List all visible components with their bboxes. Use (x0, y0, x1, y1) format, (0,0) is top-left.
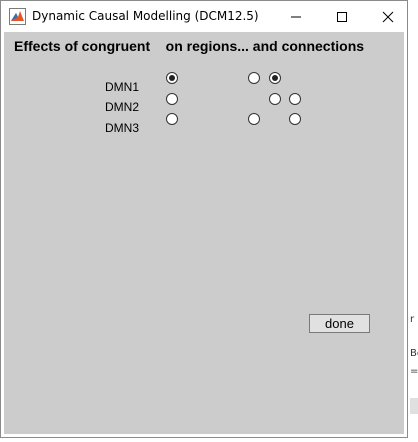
maximize-icon (337, 12, 347, 22)
background-text-fragment: = (410, 366, 418, 377)
connection-radio-dmn3-from-dmn2[interactable] (289, 113, 301, 125)
matlab-app-icon (9, 8, 26, 25)
connection-radio-dmn3-from-dmn1[interactable] (248, 113, 260, 125)
connection-radio-dmn1-from-dmn3[interactable] (269, 72, 281, 84)
region-label-dmn3: DMN3 (105, 121, 140, 135)
dcm-input-panel: Effects of congruent on regions... and c… (4, 32, 404, 434)
maximize-button[interactable] (319, 1, 365, 32)
region-input-radio-dmn1[interactable] (166, 72, 178, 84)
minimize-button[interactable] (273, 1, 319, 32)
panel-heading: Effects of congruent on regions... and c… (14, 38, 365, 54)
region-label-dmn1: DMN1 (105, 80, 140, 94)
connection-radio-dmn2-from-dmn1[interactable] (289, 93, 301, 105)
region-input-radio-dmn3[interactable] (166, 113, 178, 125)
close-button[interactable] (365, 1, 411, 32)
done-button[interactable]: done (309, 314, 370, 333)
region-input-radio-dmn2[interactable] (166, 93, 178, 105)
dcm-window: Dynamic Causal Modelling (DCM12.5) Effec… (0, 0, 408, 438)
background-text-fragment: Bo (410, 348, 418, 359)
title-bar[interactable]: Dynamic Causal Modelling (DCM12.5) (1, 1, 407, 32)
minimize-icon (291, 16, 301, 18)
region-label-dmn2: DMN2 (105, 100, 140, 114)
connection-radio-dmn1-from-dmn2[interactable] (248, 72, 260, 84)
screen: r Bo = Dynamic Causal Modelling (DCM12.5… (0, 0, 418, 442)
close-icon (382, 11, 394, 23)
background-text-fragment: r (410, 314, 415, 325)
background-scrollbar (410, 398, 418, 414)
window-title: Dynamic Causal Modelling (DCM12.5) (32, 9, 259, 23)
connection-radio-dmn2-from-dmn3[interactable] (269, 93, 281, 105)
